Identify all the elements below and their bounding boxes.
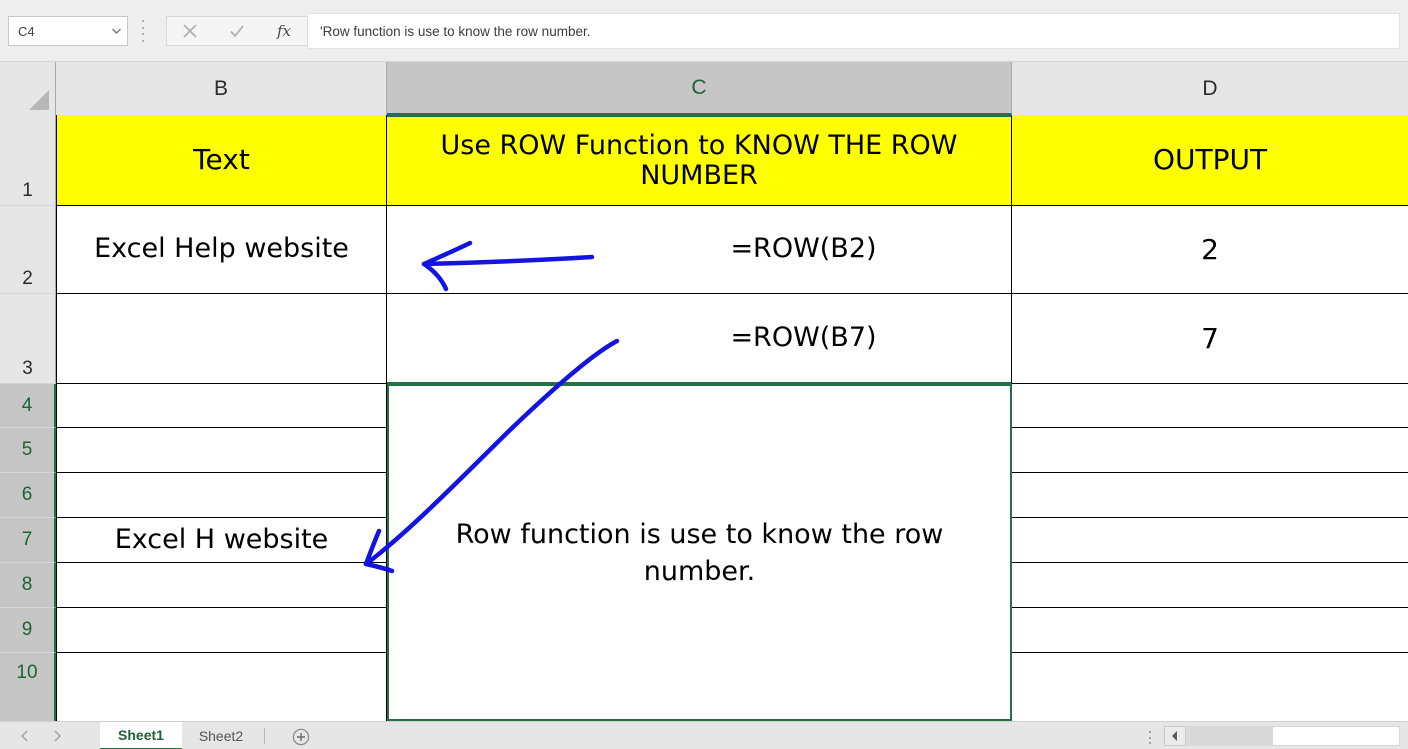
cell-d1[interactable]: OUTPUT	[1012, 115, 1408, 206]
horizontal-scrollbar-thumb[interactable]	[1272, 726, 1400, 746]
cancel-formula-button[interactable]	[167, 17, 214, 45]
svg-text:fx: fx	[276, 22, 292, 40]
column-header-c-label: C	[691, 75, 707, 99]
row-header-8-label: 8	[21, 574, 33, 595]
scroll-grip-icon[interactable]	[1148, 731, 1151, 744]
row-header-9-label: 9	[21, 619, 33, 640]
row-header-10-label: 10	[16, 662, 38, 683]
cell-b5[interactable]	[57, 428, 387, 473]
sheet-tab-sheet2[interactable]: Sheet2	[182, 722, 260, 749]
cell-d2-text: 2	[1201, 232, 1219, 266]
cell-d1-text: OUTPUT	[1152, 143, 1268, 177]
cell-c3-text: =ROW(B7)	[730, 321, 877, 353]
cell-d6[interactable]	[1012, 473, 1408, 518]
sheet-tab-sheet2-label: Sheet2	[198, 728, 244, 744]
row-header-10[interactable]: 10	[0, 653, 56, 721]
formula-actions-group: fx	[166, 16, 308, 46]
cell-c4-merged-text: Row function is use to know the row numb…	[455, 519, 944, 587]
column-header-d[interactable]: D	[1012, 62, 1408, 115]
cell-d2[interactable]: 2	[1012, 206, 1408, 294]
row-header-9[interactable]: 9	[0, 608, 56, 653]
formula-bar-strip: C4 fx 'Row function is use to know the r…	[0, 0, 1408, 62]
confirm-formula-button[interactable]	[214, 17, 261, 45]
cell-b2-text: Excel Help website	[94, 233, 349, 265]
row-header-1[interactable]: 1	[0, 115, 56, 206]
cell-d3[interactable]: 7	[1012, 294, 1408, 384]
column-header-b[interactable]: B	[56, 62, 387, 115]
cell-b3[interactable]	[57, 294, 387, 384]
row-header-4[interactable]: 4	[0, 384, 56, 428]
nav-next-icon[interactable]	[52, 730, 62, 742]
sheet-tab-sheet1-label: Sheet1	[118, 727, 164, 743]
row-header-4-label: 4	[21, 394, 33, 416]
formula-bar-grip-icon	[140, 20, 146, 42]
cell-d3-text: 7	[1201, 321, 1219, 355]
nav-previous-icon[interactable]	[20, 730, 30, 742]
sheet-nav-buttons	[20, 726, 92, 746]
cell-c4-merged[interactable]: Row function is use to know the row numb…	[389, 386, 1010, 721]
row-header-6-label: 6	[21, 484, 33, 505]
row-header-3-label: 3	[22, 358, 33, 379]
select-all-corner[interactable]	[0, 62, 56, 115]
cell-c2[interactable]: =ROW(B2)	[387, 206, 1012, 294]
horizontal-scrollbar-track[interactable]	[1186, 726, 1272, 746]
cell-c2-text: =ROW(B2)	[730, 233, 877, 265]
row-header-1-label: 1	[22, 180, 33, 201]
formula-input[interactable]: 'Row function is use to know the row num…	[308, 13, 1400, 49]
formula-input-value: 'Row function is use to know the row num…	[320, 23, 591, 39]
cell-c3[interactable]: =ROW(B7)	[387, 294, 1012, 384]
cell-c1-text: Use ROW Function to KNOW THE ROW NUMBER	[440, 129, 958, 191]
add-circle-icon[interactable]	[292, 728, 310, 746]
column-header-c[interactable]: C	[387, 62, 1012, 115]
cell-b10[interactable]	[57, 653, 387, 721]
cell-b9[interactable]	[57, 608, 387, 653]
row-header-5[interactable]: 5	[0, 428, 56, 473]
cell-b4[interactable]	[57, 384, 387, 428]
cell-d9[interactable]	[1012, 608, 1408, 653]
sheet-tab-bar: Sheet1 Sheet2	[0, 721, 1408, 749]
cell-b8[interactable]	[57, 563, 387, 608]
cell-c1[interactable]: Use ROW Function to KNOW THE ROW NUMBER	[387, 115, 1012, 206]
spreadsheet-grid: B C D 1 2 3 4 5 6 7 8 9 10 Text Use ROW …	[0, 62, 1408, 721]
row-header-8[interactable]: 8	[0, 563, 56, 608]
tab-separator	[264, 728, 265, 744]
cell-d5[interactable]	[1012, 428, 1408, 473]
cell-d7[interactable]	[1012, 518, 1408, 563]
name-box[interactable]: C4	[8, 16, 128, 46]
cell-b7-text: Excel H website	[114, 523, 329, 555]
cell-b1[interactable]: Text	[57, 115, 387, 206]
name-box-value: C4	[18, 23, 35, 39]
row-header-2-label: 2	[22, 268, 33, 289]
excel-window: C4 fx 'Row function is use to know the r…	[0, 0, 1408, 749]
sheet-tab-sheet1[interactable]: Sheet1	[100, 722, 182, 749]
cell-b7[interactable]: Excel H website	[57, 518, 387, 563]
row-header-3[interactable]: 3	[0, 294, 56, 384]
select-all-triangle-icon	[29, 90, 49, 110]
cell-d10[interactable]	[1012, 653, 1408, 721]
cell-b2[interactable]: Excel Help website	[57, 206, 387, 294]
column-header-d-label: D	[1202, 76, 1218, 100]
cell-b1-text: Text	[193, 143, 250, 177]
cell-b6[interactable]	[57, 473, 387, 518]
row-header-6[interactable]: 6	[0, 473, 56, 518]
row-header-7[interactable]: 7	[0, 518, 56, 563]
column-header-row: B C D	[0, 62, 1408, 115]
cell-d8[interactable]	[1012, 563, 1408, 608]
row-header-5-label: 5	[21, 439, 33, 460]
column-header-b-label: B	[213, 76, 228, 100]
cell-d4[interactable]	[1012, 384, 1408, 428]
scroll-left-arrow-icon[interactable]	[1164, 726, 1186, 746]
chevron-down-icon[interactable]	[105, 17, 127, 45]
row-header-2[interactable]: 2	[0, 206, 56, 294]
insert-function-button[interactable]: fx	[260, 17, 307, 45]
row-header-7-label: 7	[21, 529, 33, 550]
